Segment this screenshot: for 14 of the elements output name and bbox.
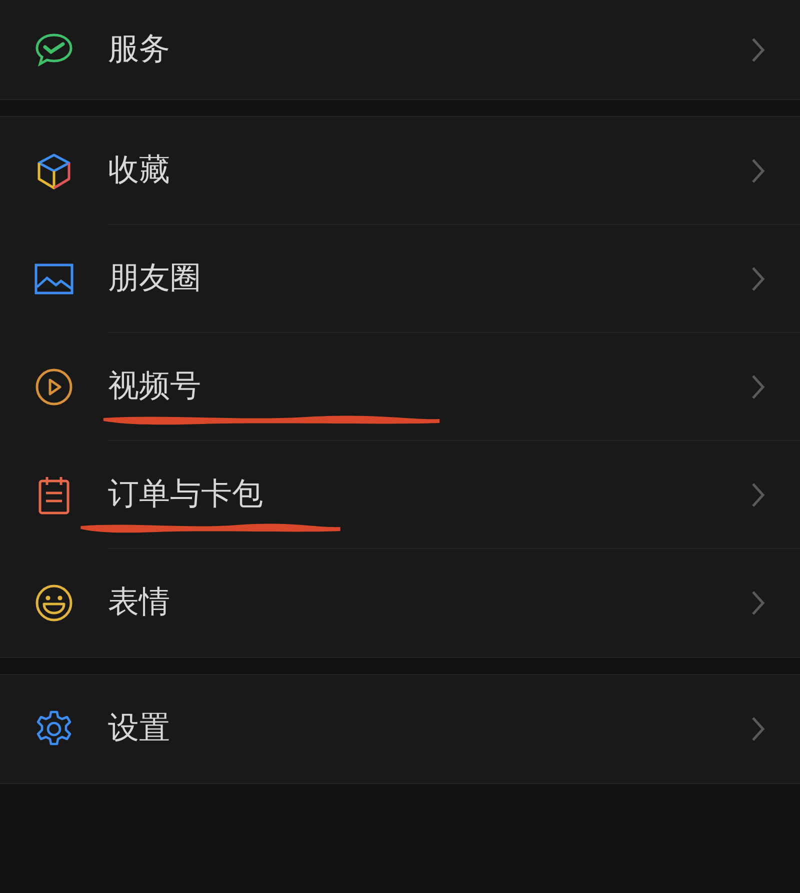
chevron-right-icon (750, 265, 766, 293)
play-circle-icon (34, 367, 74, 407)
menu-item-label[interactable]: 订单与卡包 (108, 476, 750, 514)
menu-item-label[interactable]: 视频号 (108, 368, 750, 406)
menu-item-label[interactable]: 收藏 (108, 152, 750, 190)
chevron-right-icon (750, 589, 766, 617)
smiley-icon (34, 583, 74, 623)
chevron-right-icon (750, 373, 766, 401)
chevron-right-icon (750, 36, 766, 64)
menu-item-label[interactable]: 朋友圈 (108, 260, 750, 298)
chevron-right-icon (750, 481, 766, 509)
menu-item-label[interactable]: 表情 (108, 584, 750, 622)
chevron-right-icon (750, 157, 766, 185)
chevron-right-icon (750, 715, 766, 743)
